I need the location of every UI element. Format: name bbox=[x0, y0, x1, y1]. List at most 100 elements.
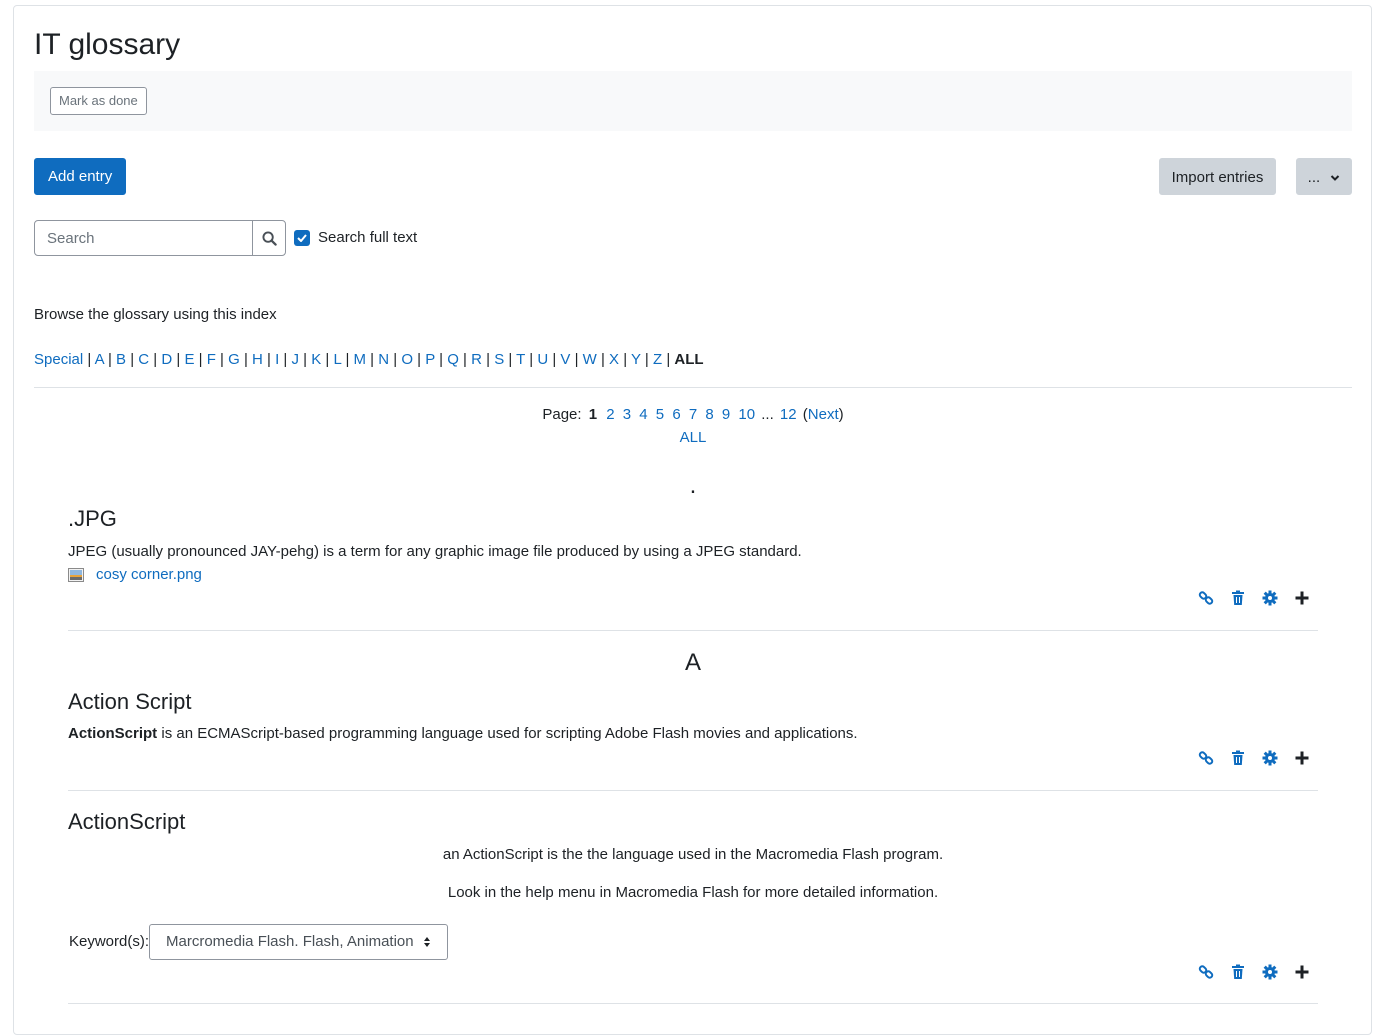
link-icon[interactable] bbox=[1190, 750, 1222, 766]
pagination-page-link[interactable]: 9 bbox=[722, 406, 730, 423]
index-separator: | bbox=[103, 351, 117, 368]
checkmark-icon bbox=[297, 234, 307, 242]
index-link-b[interactable]: B bbox=[116, 351, 126, 368]
index-link-a[interactable]: A bbox=[95, 351, 104, 368]
index-link-d[interactable]: D bbox=[161, 351, 172, 368]
index-separator: | bbox=[341, 351, 354, 368]
index-separator: | bbox=[619, 351, 632, 368]
plus-icon[interactable] bbox=[1286, 751, 1318, 765]
plus-icon[interactable] bbox=[1286, 591, 1318, 605]
link-icon[interactable] bbox=[1190, 964, 1222, 980]
pagination-ellipsis: ... bbox=[761, 406, 774, 423]
entry-actions bbox=[1190, 964, 1318, 980]
search-button[interactable] bbox=[252, 220, 286, 256]
entry-concept: .JPG bbox=[68, 506, 117, 531]
pagination-page-link[interactable]: 5 bbox=[656, 406, 664, 423]
index-link-j[interactable]: J bbox=[292, 351, 300, 368]
definition-term: ActionScript bbox=[68, 725, 158, 742]
section-heading: A bbox=[684, 649, 701, 676]
index-separator: | bbox=[596, 351, 610, 368]
index-separator: | bbox=[279, 351, 292, 368]
index-link-x[interactable]: X bbox=[609, 351, 619, 368]
index-link-z[interactable]: Z bbox=[653, 351, 662, 368]
sort-arrows-icon bbox=[424, 937, 430, 947]
index-link-m[interactable]: M bbox=[354, 351, 367, 368]
index-link-r[interactable]: R bbox=[471, 351, 482, 368]
gear-icon[interactable] bbox=[1254, 750, 1286, 766]
index-separator: | bbox=[239, 351, 253, 368]
index-link-s[interactable]: S bbox=[494, 351, 504, 368]
gear-icon[interactable] bbox=[1254, 590, 1286, 606]
search-full-text-checkbox[interactable] bbox=[294, 230, 310, 246]
import-entries-button[interactable]: Import entries bbox=[1159, 158, 1276, 195]
index-link-n[interactable]: N bbox=[378, 351, 389, 368]
pagination-all-link[interactable]: ALL bbox=[680, 429, 707, 446]
pagination-page-link[interactable]: 8 bbox=[705, 406, 713, 423]
image-file-icon bbox=[68, 568, 84, 582]
index-link-h[interactable]: H bbox=[252, 351, 263, 368]
search-full-text-label[interactable]: Search full text bbox=[318, 229, 417, 247]
index-link-e[interactable]: E bbox=[184, 351, 194, 368]
pagination-next-close: ) bbox=[838, 406, 844, 423]
entry-actions bbox=[1190, 590, 1318, 606]
pagination-page-link[interactable]: 3 bbox=[623, 406, 631, 423]
index-link-c[interactable]: C bbox=[138, 351, 149, 368]
pagination-page-link[interactable]: 2 bbox=[606, 406, 614, 423]
definition-text: is an ECMAScript-based programming langu… bbox=[157, 725, 858, 742]
plus-icon[interactable] bbox=[1286, 965, 1318, 979]
pagination-page-link[interactable]: 6 bbox=[672, 406, 680, 423]
index-separator: | bbox=[570, 351, 583, 368]
pagination-page-link[interactable]: 7 bbox=[689, 406, 697, 423]
index-link-f[interactable]: F bbox=[207, 351, 216, 368]
index-separator: | bbox=[366, 351, 379, 368]
index-link-k[interactable]: K bbox=[311, 351, 321, 368]
attachment-link[interactable]: cosy corner.png bbox=[96, 565, 202, 585]
chevron-down-icon bbox=[1331, 175, 1340, 181]
index-separator: | bbox=[194, 351, 207, 368]
add-entry-button[interactable]: Add entry bbox=[34, 158, 127, 195]
entry-concept: ActionScript bbox=[68, 809, 186, 834]
pagination-all: ALL bbox=[34, 428, 1352, 448]
index-link-p[interactable]: P bbox=[425, 351, 435, 368]
index-separator: | bbox=[504, 351, 517, 368]
index-link-special[interactable]: Special bbox=[34, 351, 83, 368]
index-link-q[interactable]: Q bbox=[447, 351, 459, 368]
mark-as-done-button[interactable]: Mark as done bbox=[50, 87, 147, 115]
index-link-g[interactable]: G bbox=[228, 351, 240, 368]
link-icon[interactable] bbox=[1190, 590, 1222, 606]
entry-definition: JPEG (usually pronounced JAY-pehg) is a … bbox=[68, 543, 802, 560]
index-separator: | bbox=[548, 351, 561, 368]
more-actions-button[interactable]: ... bbox=[1296, 158, 1352, 195]
pagination-page-link[interactable]: 4 bbox=[639, 406, 647, 423]
index-separator: | bbox=[640, 351, 653, 368]
trash-icon[interactable] bbox=[1222, 964, 1254, 980]
gear-icon[interactable] bbox=[1254, 964, 1286, 980]
index-separator: | bbox=[413, 351, 426, 368]
trash-icon[interactable] bbox=[1222, 590, 1254, 606]
keywords-label: Keyword(s): bbox=[69, 933, 150, 950]
pagination-next-link[interactable]: Next bbox=[808, 406, 839, 423]
index-separator: | bbox=[215, 351, 229, 368]
entry-actions bbox=[1190, 750, 1318, 766]
index-link-y[interactable]: Y bbox=[631, 351, 641, 368]
entry-divider bbox=[68, 1003, 1318, 1004]
page-title: IT glossary bbox=[34, 28, 181, 61]
entry-attachment: cosy corner.png bbox=[68, 565, 202, 585]
keywords-selected-value: Marcromedia Flash. Flash, Animation bbox=[166, 933, 414, 950]
index-separator: | bbox=[87, 351, 95, 368]
index-link-t[interactable]: T bbox=[516, 351, 525, 368]
trash-icon[interactable] bbox=[1222, 750, 1254, 766]
index-link-u[interactable]: U bbox=[537, 351, 548, 368]
pagination-page-link[interactable]: 10 bbox=[738, 406, 755, 423]
index-link-o[interactable]: O bbox=[401, 351, 413, 368]
entry-divider bbox=[68, 790, 1318, 791]
index-separator: | bbox=[262, 351, 276, 368]
pagination-last-page[interactable]: 12 bbox=[780, 406, 797, 423]
index-separator: | bbox=[172, 351, 185, 368]
search-input[interactable] bbox=[34, 220, 253, 256]
index-link-w[interactable]: W bbox=[583, 351, 597, 368]
index-link-v[interactable]: V bbox=[560, 351, 570, 368]
keywords-select[interactable]: Marcromedia Flash. Flash, Animation bbox=[149, 924, 448, 960]
entry-definition-line: an ActionScript is the the language used… bbox=[442, 846, 944, 863]
entry-concept: Action Script bbox=[68, 689, 192, 714]
